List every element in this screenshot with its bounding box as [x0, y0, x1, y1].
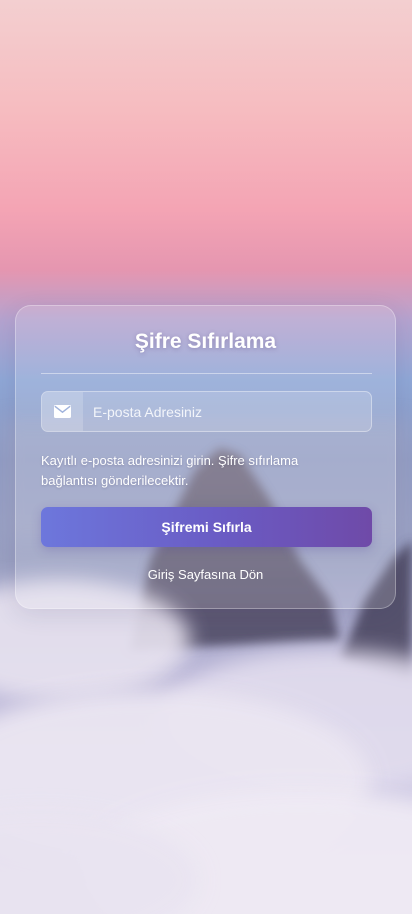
info-text: Kayıtlı e-posta adresinizi girin. Şifre …: [41, 453, 299, 488]
envelope-icon: [42, 392, 83, 431]
password-reset-card: Şifre Sıfırlama Kayıtlı e-posta adresini…: [15, 305, 396, 609]
reset-password-button[interactable]: Şifremi Sıfırla: [41, 507, 372, 547]
email-field-group[interactable]: [41, 391, 372, 432]
email-input[interactable]: [83, 392, 371, 431]
back-to-login-link[interactable]: Giriş Sayfasına Dön: [16, 567, 395, 582]
card-title: Şifre Sıfırlama: [134, 330, 277, 353]
title-divider: [41, 373, 372, 374]
